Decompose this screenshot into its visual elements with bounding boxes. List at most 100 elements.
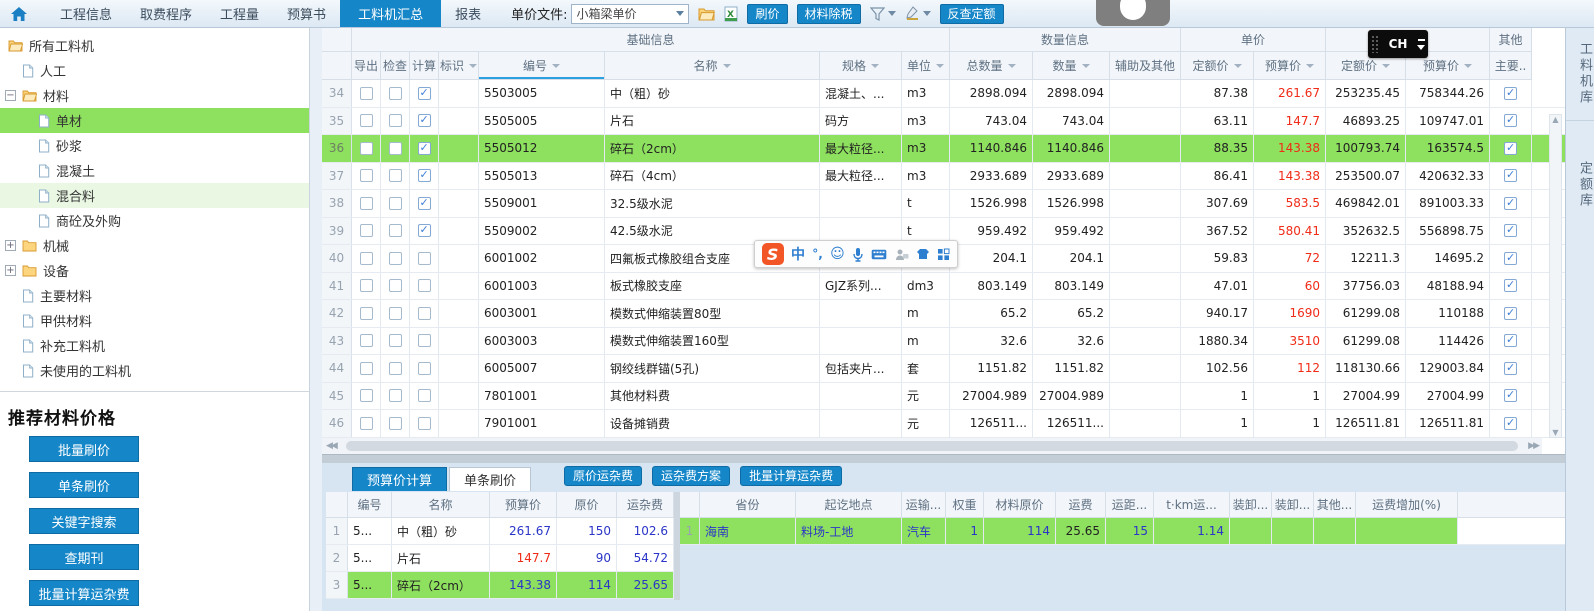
table-row[interactable]: 43 6003003 模数式伸缩装置160型 m 32.6 32.6 1880.34 3510… bbox=[322, 327, 1565, 355]
column-header-freight[interactable]: 运杂费 bbox=[617, 492, 674, 518]
bottom-button-2[interactable]: 批量计算运杂费 bbox=[740, 465, 843, 486]
column-header-orig[interactable]: 原价 bbox=[557, 492, 617, 518]
bottom-tab-1[interactable]: 单条刷价 bbox=[449, 467, 532, 491]
sort-arrow-icon[interactable] bbox=[1233, 63, 1242, 68]
column-header-blank[interactable] bbox=[1458, 492, 1565, 518]
table-row[interactable]: 345503005中（粗）砂混凝土、...m32898.0942898.0948… bbox=[322, 80, 1565, 108]
checkbox-check[interactable] bbox=[388, 389, 402, 403]
table-row[interactable]: 45 7801001 其他材料费元 27004.989 27004.989 1 1 27004… bbox=[322, 382, 1565, 410]
horizontal-scrollbar[interactable]: ◀◀ ▶▶ bbox=[322, 438, 1542, 454]
checkbox-check[interactable] bbox=[388, 196, 402, 210]
sidebar-item[interactable]: 混凝土 bbox=[0, 158, 309, 183]
checkbox-check[interactable] bbox=[388, 306, 402, 320]
checkbox-main[interactable] bbox=[1504, 251, 1517, 265]
column-header-aux[interactable]: 辅助及其他 bbox=[1110, 52, 1181, 80]
home-icon[interactable] bbox=[6, 3, 32, 25]
checkbox-check[interactable] bbox=[388, 334, 402, 348]
sogou-logo[interactable]: S bbox=[761, 243, 784, 265]
table-row[interactable]: 44 6005007 钢绞线群锚(5孔) 包括夹片... 套 1151.82 1151.82… bbox=[322, 355, 1565, 383]
checkbox-export[interactable] bbox=[359, 334, 373, 348]
recommend-button-3[interactable]: 查期刊 bbox=[29, 544, 139, 570]
column-header-load2[interactable]: 装卸... bbox=[1272, 492, 1314, 518]
column-header-name[interactable]: 名称 bbox=[392, 492, 490, 518]
menu-item-3[interactable]: 预算书 bbox=[273, 0, 340, 27]
column-header-budget_price[interactable]: 预算价 bbox=[1254, 52, 1326, 80]
sort-arrow-icon[interactable] bbox=[936, 63, 945, 68]
column-header-unit[interactable]: 单位 bbox=[902, 52, 950, 80]
sidebar-item[interactable]: 混合料 bbox=[0, 183, 309, 208]
checkbox-calc[interactable] bbox=[417, 306, 431, 320]
checkbox-calc[interactable] bbox=[417, 389, 431, 403]
keyboard-icon[interactable] bbox=[871, 249, 887, 260]
checkbox-calc[interactable] bbox=[417, 334, 431, 348]
scroll-left-icon[interactable]: ◀◀ bbox=[322, 441, 340, 451]
bottom-button-0[interactable]: 原价运杂费 bbox=[564, 465, 643, 486]
table-row[interactable]: 375505013碎石（4cm）最大粒径...m32933.6892933.68… bbox=[322, 162, 1565, 190]
checkbox-export[interactable] bbox=[359, 169, 373, 183]
filter-icon[interactable] bbox=[869, 6, 896, 21]
checkbox-export[interactable] bbox=[359, 86, 373, 100]
open-folder-icon[interactable] bbox=[698, 7, 716, 21]
column-header-num[interactable] bbox=[326, 492, 348, 518]
table-row[interactable]: 38550900132.5级水泥t1526.9981526.998307.695… bbox=[322, 190, 1565, 218]
sidebar-item[interactable]: 单材 bbox=[0, 108, 309, 133]
column-header-tkm[interactable]: t·km运... bbox=[1154, 492, 1230, 518]
checkbox-calc[interactable] bbox=[417, 416, 431, 430]
checkbox-calc[interactable] bbox=[417, 279, 431, 293]
chinese-mode-icon[interactable]: 中 bbox=[791, 244, 805, 264]
checkbox-main[interactable] bbox=[1504, 416, 1517, 430]
checkbox-check[interactable] bbox=[388, 86, 402, 100]
checkbox-main[interactable] bbox=[1504, 278, 1517, 293]
recommend-button-2[interactable]: 关键字搜索 bbox=[29, 508, 139, 534]
checkbox-calc[interactable] bbox=[417, 251, 431, 265]
column-header-spec[interactable]: 规格 bbox=[820, 52, 902, 80]
sort-arrow-icon[interactable] bbox=[1306, 63, 1314, 68]
checkbox-calc[interactable] bbox=[417, 361, 431, 375]
tab-quota-library[interactable]: 定额库 bbox=[1566, 121, 1594, 223]
checkbox-check[interactable] bbox=[388, 251, 402, 265]
ink-pen-icon[interactable] bbox=[905, 6, 931, 21]
sidebar-item[interactable]: 人工 bbox=[0, 58, 309, 83]
sort-arrow-icon[interactable] bbox=[469, 63, 478, 68]
checkbox-check[interactable] bbox=[388, 141, 402, 155]
column-header-code[interactable]: 编号 bbox=[479, 52, 605, 80]
punctuation-icon[interactable]: °, bbox=[812, 247, 823, 261]
sidebar-item[interactable]: + 机械 bbox=[0, 233, 309, 258]
column-header-export[interactable]: 导出 bbox=[352, 52, 381, 80]
column-header-base_price[interactable]: 定额价 bbox=[1181, 52, 1254, 80]
table-row[interactable]: 355505005片石码方m3743.04743.0463.11147.7468… bbox=[322, 107, 1565, 135]
collapse-icon[interactable]: − bbox=[5, 90, 16, 101]
menu-item-0[interactable]: 工程信息 bbox=[46, 0, 126, 27]
tab-material-library[interactable]: 工料机库 bbox=[1566, 28, 1594, 121]
checkbox-check[interactable] bbox=[388, 416, 402, 430]
menu-item-2[interactable]: 工程量 bbox=[206, 0, 273, 27]
menu-item-1[interactable]: 取费程序 bbox=[126, 0, 206, 27]
recommend-button-1[interactable]: 单条刷价 bbox=[29, 472, 139, 498]
column-header-main[interactable]: 主要.. bbox=[1490, 52, 1532, 80]
column-header-total_qty[interactable]: 总数量 bbox=[950, 52, 1033, 80]
scroll-right-icon[interactable]: ▶▶ bbox=[1524, 441, 1542, 451]
checkbox-check[interactable] bbox=[388, 169, 402, 183]
price-file-select[interactable]: 小箱梁单价 bbox=[571, 3, 690, 24]
microphone-icon[interactable] bbox=[852, 247, 864, 262]
bottom-tab-0[interactable]: 预算价计算 bbox=[352, 467, 448, 491]
checkbox-check[interactable] bbox=[388, 279, 402, 293]
column-header-calc[interactable]: 计算 bbox=[410, 52, 439, 80]
recommend-button-0[interactable]: 批量刷价 bbox=[29, 436, 139, 462]
checkbox-export[interactable] bbox=[359, 114, 373, 128]
sort-arrow-icon[interactable] bbox=[1464, 63, 1472, 68]
column-header-freight[interactable]: 运费 bbox=[1056, 492, 1106, 518]
sidebar-item[interactable]: 所有工料机 bbox=[0, 33, 309, 58]
refresh-price-button[interactable]: 刷价 bbox=[747, 3, 788, 24]
sort-arrow-icon[interactable] bbox=[552, 63, 560, 68]
checkbox-main[interactable] bbox=[1504, 306, 1517, 320]
column-header-mark[interactable]: 标识 bbox=[439, 52, 479, 80]
column-header-route[interactable]: 起讫地点 bbox=[796, 492, 902, 518]
sort-arrow-icon[interactable] bbox=[722, 63, 731, 68]
material-tax-button[interactable]: 材料除税 bbox=[796, 3, 861, 24]
checkbox-check[interactable] bbox=[388, 361, 402, 375]
checkbox-export[interactable] bbox=[359, 279, 373, 293]
chevron-down-icon[interactable] bbox=[1417, 44, 1425, 50]
checkbox-calc[interactable] bbox=[417, 223, 431, 238]
checkbox-check[interactable] bbox=[388, 224, 402, 238]
